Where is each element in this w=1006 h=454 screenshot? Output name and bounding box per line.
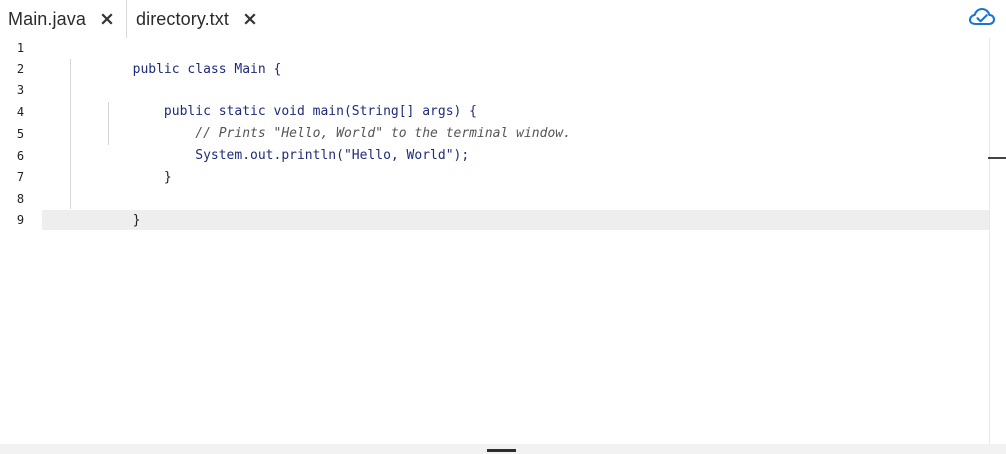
code-line-text: System.out.println("Hello, World"); bbox=[132, 148, 470, 163]
close-icon[interactable] bbox=[100, 12, 114, 26]
code-content[interactable]: public class Main { public static void m… bbox=[42, 38, 989, 444]
code-editor-app: Main.java directory.txt 1 2 3 4 5 6 7 8 … bbox=[0, 0, 1006, 454]
line-number: 8 bbox=[16, 192, 25, 206]
tab-label: Main.java bbox=[8, 8, 86, 29]
code-line[interactable]: // Prints "Hello, World" to the terminal… bbox=[70, 102, 571, 141]
vertical-scrollbar[interactable] bbox=[989, 38, 1006, 444]
code-line[interactable]: } bbox=[70, 146, 172, 185]
line-number: 9 bbox=[16, 213, 25, 227]
cloud-check-icon[interactable] bbox=[968, 5, 996, 29]
tab-directory-txt[interactable]: directory.txt bbox=[127, 0, 275, 38]
line-number: 5 bbox=[16, 127, 25, 141]
code-line[interactable] bbox=[70, 210, 133, 231]
line-number-gutter: 1 2 3 4 5 6 7 8 9 bbox=[0, 38, 42, 444]
code-line[interactable] bbox=[70, 167, 133, 188]
code-editor[interactable]: 1 2 3 4 5 6 7 8 9 public class Main { pu… bbox=[0, 38, 989, 444]
line-number: 3 bbox=[16, 83, 25, 97]
scrollbar-marker[interactable] bbox=[988, 157, 1006, 159]
code-line[interactable]: public class Main { bbox=[70, 38, 282, 77]
tab-label: directory.txt bbox=[136, 8, 229, 29]
code-line[interactable]: } bbox=[70, 189, 141, 228]
code-line[interactable]: public static void main(String[] args) { bbox=[70, 80, 477, 119]
editor-tab-bar: Main.java directory.txt bbox=[0, 0, 1006, 38]
line-number: 6 bbox=[16, 149, 25, 163]
code-line-text: public class Main { bbox=[132, 62, 282, 77]
drag-handle[interactable] bbox=[487, 449, 516, 452]
code-line[interactable] bbox=[70, 59, 133, 80]
code-line[interactable]: System.out.println("Hello, World"); bbox=[70, 124, 469, 163]
tab-main-java[interactable]: Main.java bbox=[0, 0, 127, 38]
line-number: 2 bbox=[16, 62, 25, 76]
close-icon[interactable] bbox=[243, 12, 257, 26]
line-number: 7 bbox=[16, 170, 25, 184]
code-line-text: } bbox=[132, 213, 141, 228]
line-number: 4 bbox=[16, 105, 25, 119]
code-line-text: } bbox=[132, 170, 172, 185]
line-number: 1 bbox=[16, 41, 25, 55]
